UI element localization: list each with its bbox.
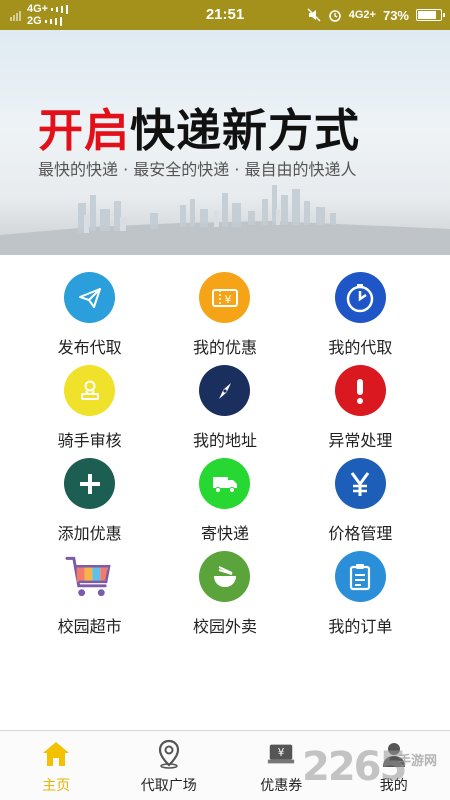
tab-label: 代取广场 xyxy=(140,778,197,794)
grid-label: 价格管理 xyxy=(328,524,393,543)
tab-label: 主页 xyxy=(42,778,71,794)
grid-item-my-address[interactable]: 我的地址 xyxy=(157,365,292,458)
grid-item-publish-pickup[interactable]: 发布代取 xyxy=(22,272,157,365)
banner-title: 开启快递新方式 xyxy=(38,94,360,159)
grid-label: 我的订单 xyxy=(328,617,393,636)
tab-pickup-square[interactable]: 代取广场 xyxy=(113,731,226,800)
alarm-clock-icon xyxy=(328,10,341,22)
mute-icon xyxy=(307,8,321,22)
grid-label: 我的地址 xyxy=(192,431,257,450)
grid-label: 骑手审核 xyxy=(57,431,122,450)
tab-home[interactable]: 主页 xyxy=(0,731,113,800)
watermark-text: 手游网 xyxy=(398,754,438,769)
compass-icon xyxy=(199,365,251,416)
shopping-cart-icon xyxy=(64,551,115,602)
noodle-bowl-icon xyxy=(199,551,251,602)
timer-icon xyxy=(334,272,386,323)
grid-label: 添加优惠 xyxy=(57,524,122,543)
grid-item-price-management[interactable]: 价格管理 xyxy=(293,458,428,551)
grid-item-exception-handling[interactable]: 异常处理 xyxy=(293,365,428,458)
grid-item-campus-supermarket[interactable]: 校园超市 xyxy=(22,551,157,644)
svg-text:¥: ¥ xyxy=(224,293,231,306)
grid-row: 发布代取 ¥ 我的优惠 我的代取 xyxy=(22,272,428,365)
grid-item-my-orders[interactable]: 我的订单 xyxy=(293,551,428,644)
banner-title-black: 快递新方式 xyxy=(130,104,361,157)
network-type-lte: 4G2+ xyxy=(348,9,376,21)
grid-item-rider-review[interactable]: 骑手审核 xyxy=(22,365,157,458)
home-icon xyxy=(41,739,71,769)
grid-label: 校园超市 xyxy=(57,617,122,636)
grid-item-send-express[interactable]: 寄快递 xyxy=(157,458,292,551)
grid-item-my-discounts[interactable]: ¥ 我的优惠 xyxy=(157,272,292,365)
status-bar: 4G+ 2G 21:51 4G2+ 73% xyxy=(0,0,450,30)
clipboard-icon xyxy=(334,551,386,602)
grid-row: 校园超市 校园外卖 我的订单 xyxy=(22,551,428,644)
plus-icon xyxy=(64,458,116,509)
svg-text:¥: ¥ xyxy=(278,747,285,759)
ticket-icon: ¥ xyxy=(199,272,251,323)
tab-label: 优惠券 xyxy=(260,778,303,794)
grid-row: 骑手审核 我的地址 异常处理 xyxy=(22,365,428,458)
paper-plane-icon xyxy=(64,272,116,323)
watermark-logo: 2265 xyxy=(302,744,407,790)
yen-icon xyxy=(334,458,386,509)
status-icons: 4G2+ 73% xyxy=(307,0,445,30)
delivery-truck-icon xyxy=(199,458,251,509)
battery-icon xyxy=(416,9,445,21)
grid-item-campus-takeout[interactable]: 校园外卖 xyxy=(157,551,292,644)
city-skyline-image xyxy=(0,185,450,255)
promo-banner[interactable]: 开启快递新方式 最快的快递 · 最安全的快递 · 最自由的快递人 xyxy=(0,30,450,255)
grid-label: 校园外卖 xyxy=(192,617,257,636)
grid-label: 我的代取 xyxy=(328,338,393,357)
grid-item-my-pickups[interactable]: 我的代取 xyxy=(293,272,428,365)
grid-label: 我的优惠 xyxy=(192,338,257,357)
banner-title-red: 开启 xyxy=(38,104,131,157)
grid-label: 发布代取 xyxy=(57,338,122,357)
rider-stamp-icon xyxy=(64,365,116,416)
coupon-icon: ¥ xyxy=(266,739,296,769)
exclamation-icon xyxy=(334,365,386,416)
battery-percent: 73% xyxy=(382,7,409,23)
grid-row: 添加优惠 寄快递 价格管理 xyxy=(22,458,428,551)
location-pin-icon xyxy=(154,739,184,769)
grid-label: 寄快递 xyxy=(200,524,249,543)
feature-grid: 发布代取 ¥ 我的优惠 我的代取 骑手审核 我的地址 异常处理 添加优惠 寄快递… xyxy=(22,272,428,644)
grid-label: 异常处理 xyxy=(328,431,393,450)
grid-item-add-discount[interactable]: 添加优惠 xyxy=(22,458,157,551)
